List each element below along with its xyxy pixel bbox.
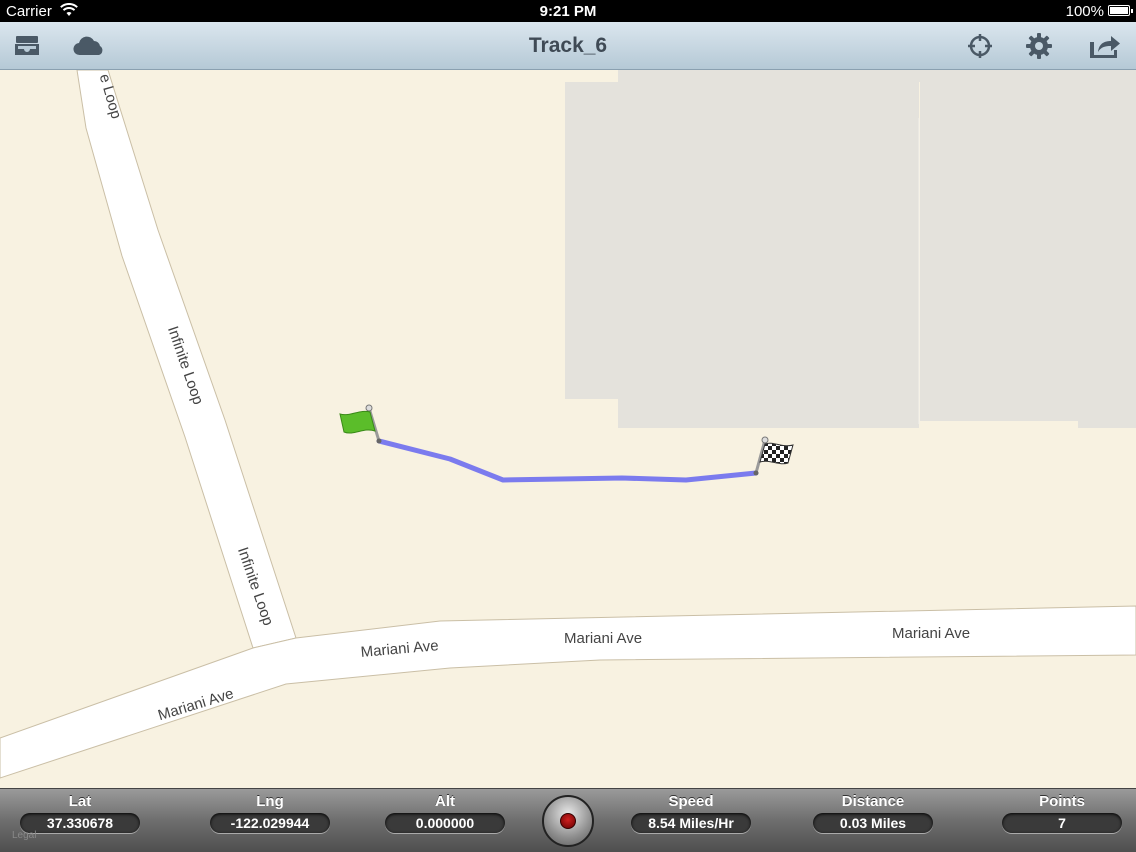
stat-lng-value: -122.029944 (210, 813, 330, 833)
legal-link[interactable]: Legal (12, 830, 36, 841)
tray-icon[interactable] (10, 30, 44, 62)
stat-distance: Distance 0.03 Miles (793, 793, 953, 833)
battery-icon (1108, 5, 1133, 16)
cloud-icon[interactable] (72, 30, 106, 62)
stat-distance-label: Distance (841, 793, 905, 810)
street-label: Mariani Ave (892, 625, 971, 642)
stat-lng-label: Lng (256, 793, 284, 810)
stat-alt-value: 0.000000 (385, 813, 505, 833)
building-block (565, 70, 1136, 428)
stat-points: Points 7 (982, 793, 1136, 833)
nav-bar: Track_6 (0, 22, 1136, 70)
stat-lat-value: 37.330678 (20, 813, 140, 833)
share-icon[interactable] (1087, 30, 1121, 62)
finish-flag-icon[interactable] (753, 436, 794, 476)
stat-speed: Speed 8.54 Miles/Hr (611, 793, 771, 833)
gear-icon[interactable] (1022, 30, 1056, 62)
stat-points-label: Points (1039, 793, 1085, 810)
status-bar: Carrier 9:21 PM 100% (0, 0, 1136, 22)
stat-lat-label: Lat (68, 793, 92, 810)
stat-lat: Lat 37.330678 (0, 793, 160, 833)
stat-distance-value: 0.03 Miles (813, 813, 933, 833)
stat-lng: Lng -122.029944 (190, 793, 350, 833)
stat-alt-label: Alt (435, 793, 455, 810)
crosshair-icon[interactable] (963, 30, 997, 62)
map-view[interactable]: e Loop Infinite Loop Infinite Loop Maria… (0, 70, 1136, 788)
stat-speed-label: Speed (668, 793, 714, 810)
track-line (376, 438, 759, 483)
stat-points-value: 7 (1002, 813, 1122, 833)
map-canvas (0, 70, 1136, 779)
record-dot-icon (560, 813, 576, 829)
status-time: 9:21 PM (539, 3, 597, 20)
battery-percent: 100% (1065, 3, 1104, 20)
record-button[interactable] (542, 795, 594, 847)
start-flag-icon[interactable] (339, 404, 382, 444)
stat-speed-value: 8.54 Miles/Hr (631, 813, 751, 833)
stat-alt: Alt 0.000000 (365, 793, 525, 833)
street-label: Mariani Ave (564, 630, 643, 647)
